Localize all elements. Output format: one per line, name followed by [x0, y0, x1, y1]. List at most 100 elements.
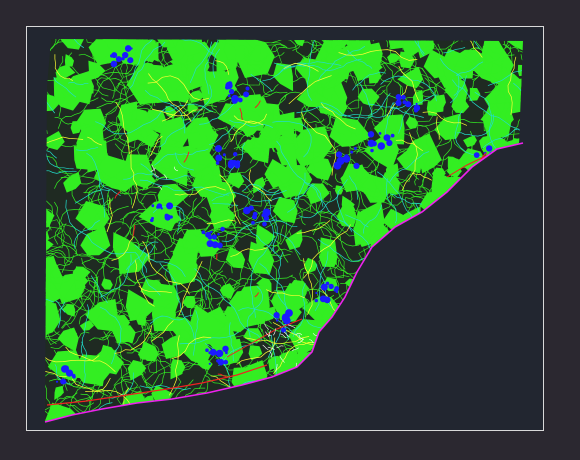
- water-body: [127, 57, 134, 64]
- water-body: [390, 133, 395, 138]
- water-body: [215, 161, 220, 165]
- land-parcel: [376, 389, 410, 412]
- contour-line: [413, 383, 435, 399]
- contour-line: [460, 197, 484, 242]
- contour-line: [510, 164, 523, 205]
- contour-line: [346, 378, 376, 383]
- contour-line: [519, 103, 523, 170]
- contour-line: [401, 405, 416, 422]
- land-parcel: [255, 396, 266, 408]
- land-parcel: [345, 388, 366, 407]
- drawing-frame[interactable]: [26, 26, 544, 431]
- water-body: [335, 290, 339, 294]
- contour-line: [428, 283, 479, 311]
- contour-line: [27, 88, 43, 97]
- stream-line: [309, 383, 334, 405]
- contour-line: [388, 368, 406, 383]
- land-parcel: [465, 343, 506, 383]
- land-parcel: [418, 227, 449, 252]
- water-body: [211, 234, 217, 240]
- stream-line: [473, 243, 496, 246]
- contour-line: [260, 414, 274, 422]
- land-parcel: [472, 350, 495, 376]
- contour-line: [375, 396, 401, 422]
- contour-line: [525, 398, 543, 427]
- stream-line: [442, 291, 466, 304]
- land-parcel: [508, 359, 523, 400]
- land-parcel: [325, 348, 343, 365]
- land-parcel: [399, 351, 429, 374]
- water-body: [55, 380, 59, 383]
- stream-line: [473, 174, 492, 200]
- water-body: [328, 283, 334, 290]
- land-parcel: [460, 272, 482, 295]
- land-parcel: [273, 399, 288, 417]
- water-body: [377, 142, 386, 150]
- land-parcel: [405, 344, 425, 370]
- land-parcel: [411, 353, 438, 376]
- land-parcel: [70, 121, 82, 135]
- contour-line: [455, 408, 489, 422]
- land-parcel: [378, 357, 408, 381]
- water-body: [414, 108, 418, 113]
- stream-line: [372, 389, 439, 422]
- road-line: [370, 322, 424, 336]
- contour-line: [379, 345, 403, 395]
- land-parcel: [436, 100, 444, 113]
- stream-line: [419, 341, 480, 375]
- contour-line: [363, 299, 380, 361]
- land-parcel: [395, 390, 414, 409]
- land-parcel: [370, 393, 400, 417]
- land-parcel: [45, 39, 51, 50]
- land-parcel: [315, 398, 326, 410]
- land-parcel: [458, 279, 479, 303]
- contour-line: [514, 377, 523, 420]
- contour-line: [309, 347, 342, 385]
- contour-line: [502, 259, 523, 268]
- contour-line: [443, 300, 466, 306]
- cad-model-space[interactable]: [0, 0, 580, 460]
- rail-segment: [346, 342, 354, 353]
- road-line: [337, 346, 400, 384]
- land-parcel: [488, 342, 515, 372]
- land-parcel: [392, 236, 404, 253]
- stream-line: [470, 318, 479, 347]
- contour-line: [99, 418, 129, 422]
- land-parcel: [414, 259, 432, 284]
- contour-line: [358, 285, 377, 335]
- land-parcel: [447, 296, 462, 312]
- water-body: [378, 132, 382, 135]
- land-parcel: [445, 254, 471, 285]
- stream-line: [274, 413, 311, 422]
- land-parcel: [299, 387, 317, 403]
- land-parcel: [398, 260, 428, 290]
- stream-line: [276, 382, 328, 412]
- land-parcel: [300, 418, 317, 422]
- contour-line: [438, 230, 465, 246]
- water-body: [489, 160, 493, 164]
- topographic-map-drawing[interactable]: [27, 27, 543, 430]
- contour-line: [468, 305, 513, 358]
- land-parcel: [409, 330, 444, 350]
- land-parcel: [520, 102, 523, 114]
- stream-line: [462, 342, 495, 364]
- contour-line: [429, 349, 445, 376]
- contour-line: [340, 364, 358, 397]
- contour-line: [397, 341, 431, 356]
- land-parcel: [517, 64, 523, 77]
- contour-line: [505, 152, 523, 213]
- stream-line: [350, 316, 376, 326]
- stream-line: [425, 384, 486, 414]
- contour-line: [431, 319, 434, 338]
- contour-line: [399, 27, 411, 35]
- land-parcel: [496, 397, 523, 422]
- land-parcel: [451, 388, 485, 414]
- stream-line: [493, 269, 512, 303]
- land-parcel: [465, 380, 501, 407]
- stream-line: [358, 346, 428, 375]
- contour-line: [488, 194, 498, 214]
- land-parcel: [413, 346, 444, 365]
- contour-line: [408, 374, 430, 390]
- stream-line: [255, 423, 266, 430]
- contour-line: [485, 312, 523, 347]
